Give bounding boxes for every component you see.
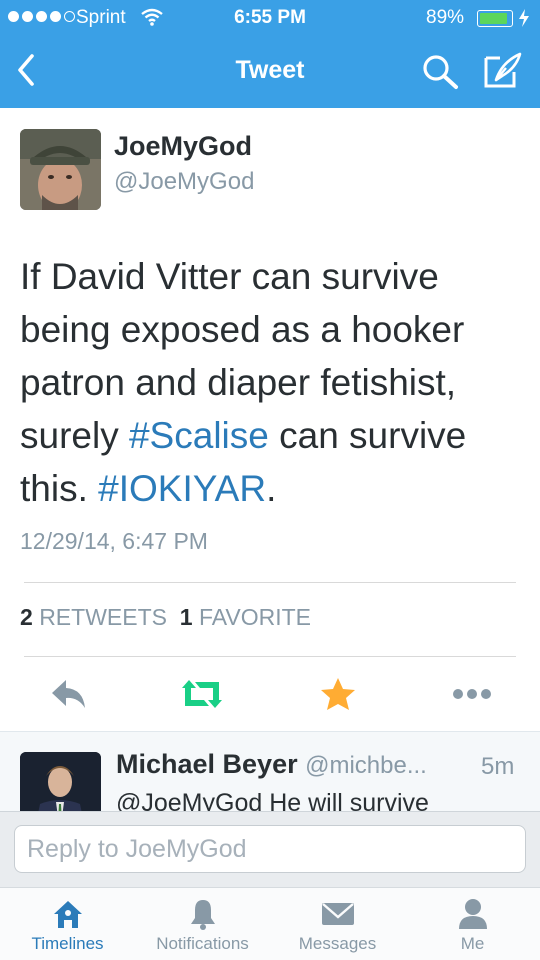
reply-author-avatar[interactable] [20,752,101,811]
reply-composer [0,811,540,887]
divider [24,582,516,583]
tab-notifications[interactable]: Notifications [135,888,270,960]
tweet-text-line: surely #Scalise can survive [20,415,467,456]
status-bar: Sprint 6:55 PM 89% [0,0,540,36]
bell-icon [190,900,215,930]
search-icon[interactable] [422,54,460,90]
hashtag-link[interactable]: #Scalise [129,415,269,456]
author-name[interactable]: JoeMyGod [114,131,252,162]
navigation-bar: Tweet [0,36,540,108]
tab-label: Timelines [31,934,104,953]
tweet-stats: 2 RETWEETS 1 FAVORITE [20,604,311,631]
more-dots-icon[interactable] [450,672,494,716]
tab-messages[interactable]: Messages [270,888,405,960]
compose-icon[interactable] [482,50,524,90]
tweet-text-line: patron and diaper fetishist, [20,362,457,403]
tweet-text-line: If David Vitter can survive [20,256,439,297]
tweet-text-line: this. #IOKIYAR. [20,468,277,509]
person-icon [458,899,487,929]
author-avatar[interactable] [20,129,101,210]
reply-age: 5m [481,753,515,780]
reply-icon[interactable] [48,672,88,716]
home-icon [53,901,82,928]
favorite-star-icon[interactable] [318,672,358,716]
tab-bar: Timelines Notifications Messages Me [0,887,540,960]
reply-text: @JoeMyGod He will survive [116,789,429,811]
tweet-text: If David Vitter can survive being expose… [20,250,525,515]
retweet-icon[interactable] [178,672,226,716]
envelope-icon [321,903,354,925]
tab-label: Notifications [156,934,249,953]
favorites-count-link[interactable]: 1 FAVORITE [180,604,311,630]
reply-author[interactable]: Michael Beyer @michbe... [116,749,427,780]
tweet-actions [0,672,540,716]
tab-timelines[interactable]: Timelines [0,888,135,960]
retweets-count-link[interactable]: 2 RETWEETS [20,604,167,630]
divider [24,656,516,657]
tab-label: Me [460,934,485,953]
battery-icon [477,10,513,27]
reply-input[interactable] [14,825,526,873]
author-handle[interactable]: @JoeMyGod [114,168,254,196]
tab-label: Messages [298,934,377,953]
charging-bolt-icon [519,9,529,27]
tweet-timestamp: 12/29/14, 6:47 PM [20,528,208,554]
top-bar: Sprint 6:55 PM 89% Tweet [0,0,540,108]
tweet-text-line: being exposed as a hooker [20,309,465,350]
hashtag-link[interactable]: #IOKIYAR [98,468,266,509]
reply-author-handle: @michbe... [305,752,427,779]
reply-list-item[interactable]: Michael Beyer @michbe... 5m @JoeMyGod He… [0,731,540,811]
tab-me[interactable]: Me [405,888,540,960]
reply-author-name: Michael Beyer [116,749,298,779]
battery-percent: 89% [426,7,465,28]
